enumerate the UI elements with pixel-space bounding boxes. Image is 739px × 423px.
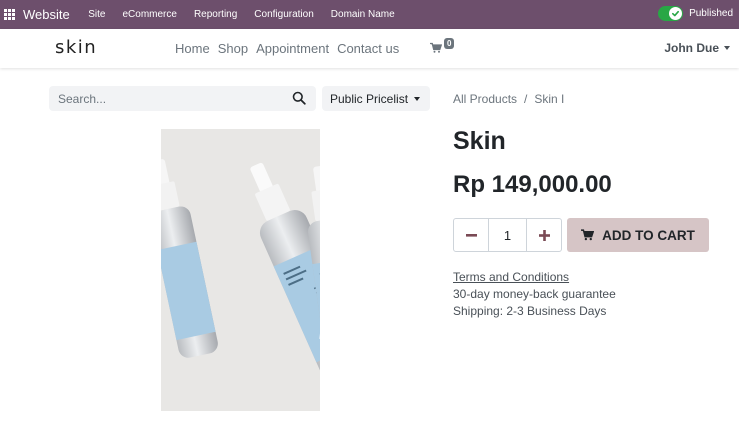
admin-menu-configuration[interactable]: Configuration	[254, 9, 313, 20]
guarantee-text: 30-day money-back guarantee	[453, 287, 616, 301]
user-name: John Due	[664, 41, 719, 55]
chevron-down-icon	[724, 46, 730, 50]
admin-menu-domain-name[interactable]: Domain Name	[331, 9, 395, 20]
product-title: Skin	[453, 127, 506, 155]
site-header: skin Home Shop Appointment Contact us 0 …	[0, 29, 739, 68]
breadcrumb-all-products[interactable]: All Products	[453, 92, 517, 106]
user-menu[interactable]: John Due	[664, 41, 730, 55]
nav-contact-us[interactable]: Contact us	[337, 41, 399, 56]
cart-icon	[581, 229, 595, 241]
quantity-increase-button[interactable]	[527, 219, 561, 251]
breadcrumb: All Products / Skin I	[453, 92, 564, 106]
publish-status[interactable]: Published	[658, 6, 733, 21]
minus-icon	[465, 233, 477, 237]
quantity-stepper: 1	[453, 218, 562, 252]
nav-shop[interactable]: Shop	[218, 41, 248, 56]
plus-icon	[538, 229, 550, 241]
admin-menu: Site eCommerce Reporting Configuration D…	[80, 9, 403, 20]
published-toggle[interactable]	[658, 6, 684, 21]
search-icon[interactable]	[292, 91, 306, 105]
apps-grid-icon[interactable]	[4, 8, 16, 21]
cart-count-badge: 0	[444, 38, 455, 49]
pricelist-label: Public Pricelist	[330, 91, 409, 106]
quantity-decrease-button[interactable]	[454, 219, 488, 251]
quantity-input[interactable]: 1	[488, 219, 527, 251]
nav-home[interactable]: Home	[175, 41, 210, 56]
published-label: Published	[689, 8, 733, 19]
nav-appointment[interactable]: Appointment	[256, 41, 329, 56]
search-input[interactable]	[58, 91, 278, 106]
pricelist-dropdown[interactable]: Public Pricelist	[322, 86, 430, 111]
cart-icon	[430, 42, 442, 53]
add-to-cart-button[interactable]: ADD TO CART	[567, 218, 709, 252]
site-logo[interactable]: skin	[55, 37, 97, 58]
product-image[interactable]	[161, 129, 320, 411]
serum-bottles-illustration	[161, 129, 320, 411]
product-search	[49, 86, 316, 111]
terms-link[interactable]: Terms and Conditions	[453, 270, 569, 284]
add-to-cart-label: ADD TO CART	[602, 227, 695, 243]
breadcrumb-current: Skin I	[534, 92, 565, 106]
admin-top-bar: Website Site eCommerce Reporting Configu…	[0, 0, 739, 29]
check-icon	[669, 7, 683, 20]
admin-menu-site[interactable]: Site	[88, 9, 105, 20]
admin-brand[interactable]: Website	[23, 7, 70, 22]
admin-menu-reporting[interactable]: Reporting	[194, 9, 237, 20]
product-price: Rp 149,000.00	[453, 171, 612, 198]
cart-link[interactable]: 0	[430, 38, 455, 54]
chevron-down-icon	[414, 96, 421, 101]
admin-menu-ecommerce[interactable]: eCommerce	[122, 9, 176, 20]
breadcrumb-separator: /	[524, 92, 528, 106]
shipping-text: Shipping: 2-3 Business Days	[453, 304, 607, 318]
main-nav: Home Shop Appointment Contact us	[175, 41, 407, 56]
